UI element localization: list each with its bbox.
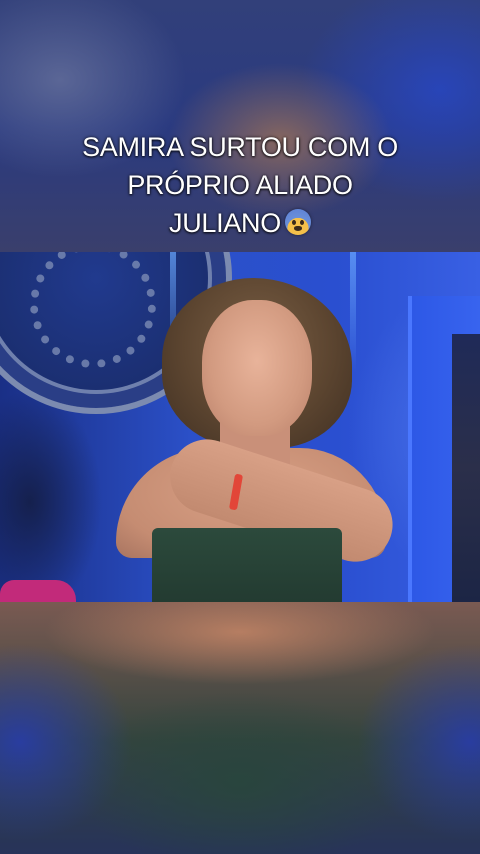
caption-line-3-text: JULIANO (169, 208, 281, 238)
video-post-screen: SAMIRA SURTOU COM O PRÓPRIO ALIADO JULIA… (0, 0, 480, 854)
pink-cushion (0, 580, 76, 602)
caption-line-2: PRÓPRIO ALIADO (127, 170, 353, 200)
blurred-background-bottom (0, 602, 480, 854)
video-frame[interactable] (0, 252, 480, 602)
green-strapless-top (152, 528, 342, 602)
caption-line-1: SAMIRA SURTOU COM O (82, 132, 398, 162)
caption-overlay: SAMIRA SURTOU COM O PRÓPRIO ALIADO JULIA… (0, 128, 480, 242)
fearful-face-emoji-icon (284, 209, 311, 235)
mirror-panel (452, 334, 480, 602)
caption-line-3: JULIANO (0, 204, 480, 242)
person-figure (110, 278, 410, 602)
person-face (202, 300, 312, 436)
